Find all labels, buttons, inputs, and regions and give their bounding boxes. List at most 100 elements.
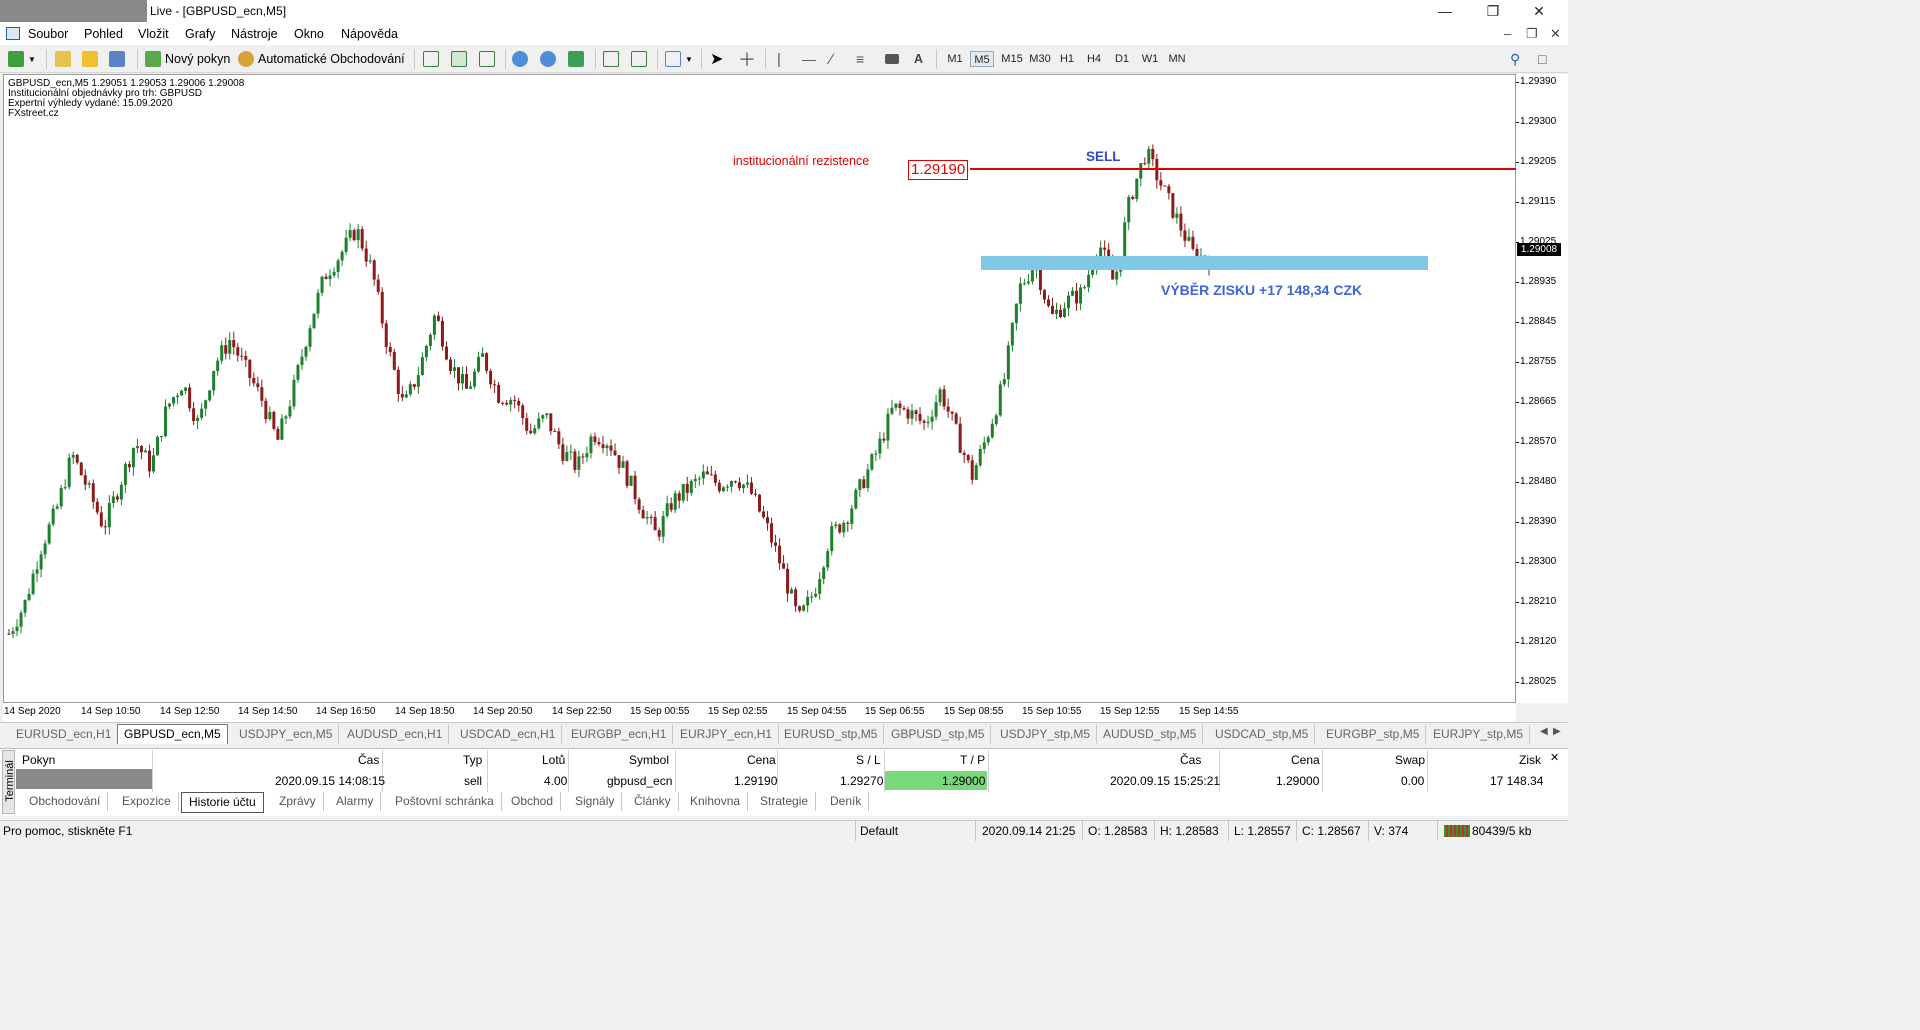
new-chart-button[interactable]: ▼ [8, 49, 36, 69]
status-low: L: 1.28557 [1234, 824, 1291, 838]
line-chart-button[interactable] [479, 49, 499, 69]
chart-tab[interactable]: USDCAD_stp,M5 [1209, 725, 1316, 744]
mdi-restore-icon[interactable]: ❐ [1526, 26, 1538, 42]
autoscroll-button[interactable] [603, 49, 623, 69]
tf-m1[interactable]: M1 [943, 51, 967, 67]
restore-icon[interactable]: ❐ [1470, 0, 1516, 24]
terminal-tab[interactable]: Deník [823, 792, 870, 811]
chart-tab[interactable]: EURGBP_ecn,H1 [565, 725, 674, 744]
zoom-out-button[interactable] [540, 49, 560, 69]
indicators-button[interactable]: ▼ [665, 49, 693, 69]
chart-tab[interactable]: EURUSD_ecn,H1 [10, 725, 119, 744]
menu-pohled[interactable]: Pohled [84, 27, 123, 41]
candle-body [794, 589, 798, 607]
navigator-button[interactable] [82, 49, 102, 69]
take-profit-zone[interactable] [981, 256, 1428, 270]
tf-m5[interactable]: M5 [970, 51, 994, 67]
chart-shift-button[interactable] [631, 49, 651, 69]
candle-body [240, 355, 244, 357]
terminal-tab[interactable]: Knihovna [683, 792, 749, 811]
status-profile[interactable]: Default [860, 824, 898, 838]
chart-tab[interactable]: EURGBP_stp,M5 [1320, 725, 1427, 744]
chart-tab[interactable]: USDJPY_stp,M5 [994, 725, 1098, 744]
trendline-button[interactable]: ∕ [830, 49, 833, 69]
col-price[interactable]: Cena [747, 752, 776, 768]
menu-grafy[interactable]: Grafy [185, 27, 216, 41]
terminal-tab[interactable]: Strategie [753, 792, 817, 811]
candle-body [352, 230, 356, 241]
tf-h4[interactable]: H4 [1082, 51, 1106, 67]
terminal-tab[interactable]: Obchod [504, 792, 562, 811]
menu-okno[interactable]: Okno [294, 27, 324, 41]
col-tp[interactable]: T / P [960, 752, 985, 768]
search-button[interactable]: ⚲ [1510, 49, 1520, 69]
menu-vlozit[interactable]: Vložit [138, 27, 169, 41]
tf-w1[interactable]: W1 [1138, 51, 1162, 67]
col-lots[interactable]: Lotů [542, 752, 565, 768]
candle-body [1131, 196, 1135, 199]
zoom-in-button[interactable] [512, 49, 532, 69]
col-swap[interactable]: Swap [1395, 752, 1425, 768]
menu-soubor[interactable]: Soubor [28, 27, 68, 41]
candle-body [589, 436, 593, 454]
indicators-icon [665, 51, 681, 67]
menu-napoveda[interactable]: Nápověda [341, 27, 398, 41]
terminal-tab[interactable]: Zprávy [272, 792, 324, 811]
col-time[interactable]: Čas [358, 752, 379, 768]
new-order-button[interactable]: Nový pokyn [145, 49, 230, 69]
chart-tab[interactable]: AUDUSD_stp,M5 [1097, 725, 1204, 744]
col-type[interactable]: Typ [463, 752, 482, 768]
rectangle-button[interactable] [885, 49, 903, 69]
auto-trading-button[interactable]: Automatické Obchodování [238, 49, 405, 69]
tf-m30[interactable]: M30 [1027, 51, 1053, 67]
chart-tab[interactable]: GBPUSD_stp,M5 [885, 725, 992, 744]
chart-tab[interactable]: GBPUSD_ecn,M5 [117, 724, 228, 744]
col-sl[interactable]: S / L [856, 752, 881, 768]
tf-h1[interactable]: H1 [1055, 51, 1079, 67]
horizontal-line-button[interactable]: — [802, 49, 816, 69]
chart-tab[interactable]: EURJPY_ecn,H1 [674, 725, 780, 744]
tab-scroll-left-icon[interactable]: ◀ [1540, 726, 1548, 737]
minimize-icon[interactable]: — [1422, 0, 1468, 24]
col-symbol[interactable]: Symbol [629, 752, 669, 768]
cursor-button[interactable]: ➤ [710, 49, 723, 69]
menu-nastroje[interactable]: Nástroje [231, 27, 278, 41]
terminal-tab[interactable]: Poštovní schránka [388, 792, 502, 811]
fibonacci-button[interactable]: ≡ [856, 49, 864, 69]
tf-mn[interactable]: MN [1165, 51, 1189, 67]
col-order[interactable]: Pokyn [22, 752, 55, 768]
terminal-tab[interactable]: Signály [568, 792, 623, 811]
terminal-tab[interactable]: Obchodování [22, 792, 109, 811]
text-tool-button[interactable]: A [914, 49, 923, 69]
tile-windows-button[interactable] [568, 49, 588, 69]
col-close-time[interactable]: Čas [1180, 752, 1201, 768]
vertical-line-button[interactable]: | [777, 49, 781, 69]
tf-m15[interactable]: M15 [999, 51, 1025, 67]
chart-tab[interactable]: EURUSD_stp,M5 [778, 725, 885, 744]
chart-tab[interactable]: EURJPY_stp,M5 [1427, 725, 1531, 744]
chart-tab[interactable]: USDCAD_ecn,H1 [454, 725, 563, 744]
terminal-tab[interactable]: Články [627, 792, 679, 811]
col-profit[interactable]: Zisk [1519, 752, 1541, 768]
chart-tab[interactable]: AUDUSD_ecn,H1 [341, 725, 450, 744]
mdi-close-icon[interactable]: ✕ [1550, 26, 1561, 42]
terminal-tab[interactable]: Expozice [115, 792, 179, 811]
terminal-tab[interactable]: Historie účtu [181, 792, 264, 813]
tf-d1[interactable]: D1 [1110, 51, 1134, 67]
chat-button[interactable]: □ [1538, 49, 1546, 69]
tab-scroll-right-icon[interactable]: ▶ [1553, 726, 1561, 737]
candlestick-button[interactable] [451, 49, 471, 69]
mdi-minimize-icon[interactable]: – [1504, 26, 1511, 41]
chart-tab[interactable]: USDJPY_ecn,M5 [233, 725, 340, 744]
market-watch-button[interactable] [55, 49, 75, 69]
bar-chart-button[interactable] [423, 49, 443, 69]
terminal-close-icon[interactable]: ✕ [1550, 751, 1559, 764]
status-open: O: 1.28583 [1088, 824, 1148, 838]
terminal-tab[interactable]: Alarmy [329, 792, 382, 811]
app-icon[interactable] [6, 27, 20, 40]
resistance-line[interactable] [970, 168, 1516, 170]
terminal-button[interactable] [109, 49, 129, 69]
close-icon[interactable]: ✕ [1516, 0, 1562, 24]
col-close-price[interactable]: Cena [1291, 752, 1320, 768]
crosshair-button[interactable]: ＋ [738, 49, 756, 70]
